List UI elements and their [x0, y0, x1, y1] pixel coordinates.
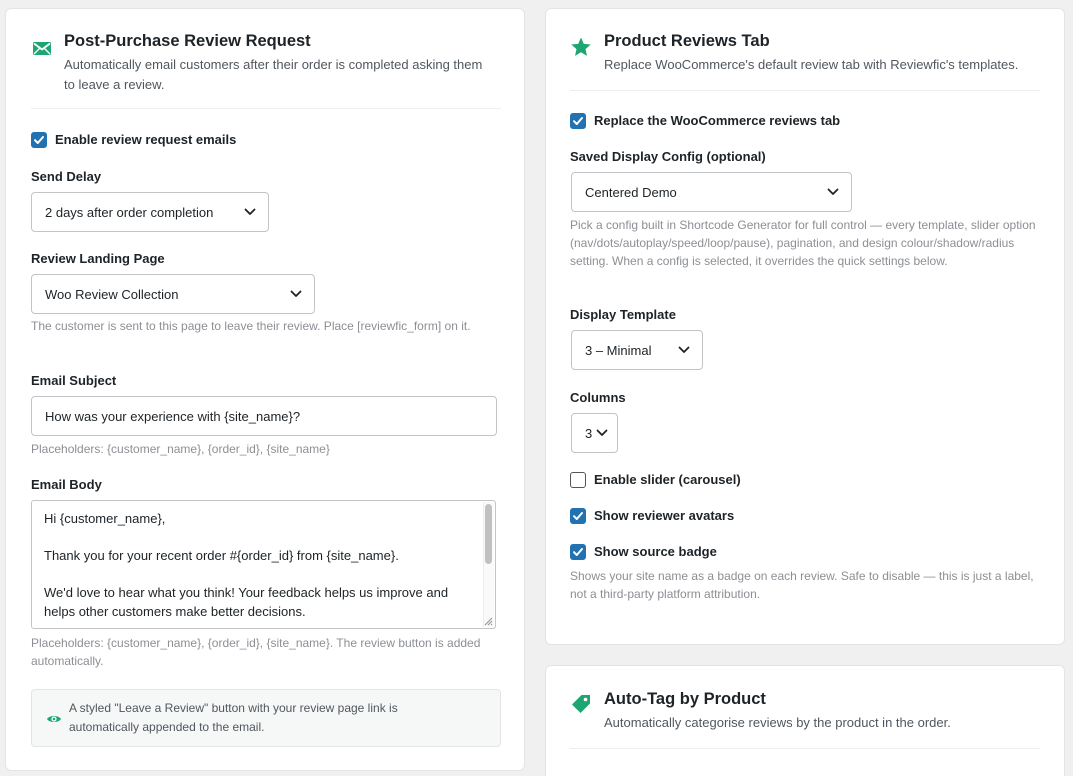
email-subject-help: Placeholders: {customer_name}, {order_id… — [31, 442, 330, 456]
landing-page-select[interactable]: Woo Review Collection — [31, 274, 315, 314]
star-icon — [570, 36, 592, 58]
resize-handle-icon[interactable] — [483, 616, 493, 626]
email-body-line: Thank you for your recent order #{order_… — [44, 548, 399, 563]
columns-value: 3 — [585, 425, 593, 441]
show-source-badge-checkbox[interactable] — [570, 544, 586, 560]
replace-reviews-tab-label: Replace the WooCommerce reviews tab — [594, 113, 841, 128]
divider — [31, 108, 501, 109]
display-template-value: 3 – Minimal — [585, 342, 652, 358]
display-template-label: Display Template — [570, 307, 676, 322]
landing-page-value: Woo Review Collection — [45, 286, 179, 302]
tag-icon — [570, 693, 592, 715]
review-request-card: Post-Purchase Review Request Automatical… — [5, 8, 525, 771]
email-body-help: Placeholders: {customer_name}, {order_id… — [31, 636, 481, 668]
email-body-line: We'd love to hear what you think! Your f… — [44, 585, 449, 619]
email-body-label: Email Body — [31, 477, 102, 492]
email-subject-input[interactable]: How was your experience with {site_name}… — [31, 396, 497, 436]
eye-icon — [46, 711, 62, 727]
show-avatars-label: Show reviewer avatars — [594, 508, 735, 523]
product-reviews-tab-card: Product Reviews Tab Replace WooCommerce'… — [545, 8, 1065, 645]
chevron-down-icon — [596, 429, 608, 436]
card-description: Automatically email customers after thei… — [64, 57, 483, 92]
display-config-select[interactable]: Centered Demo — [571, 172, 852, 212]
envelope-icon — [31, 37, 53, 59]
notice-text: A styled "Leave a Review" button with yo… — [69, 701, 398, 734]
enable-slider-label: Enable slider (carousel) — [594, 472, 741, 487]
email-body-textarea[interactable]: Hi {customer_name}, Thank you for your r… — [31, 500, 496, 629]
columns-select[interactable]: 3 — [571, 413, 618, 453]
display-config-value: Centered Demo — [585, 184, 677, 200]
send-delay-select[interactable]: 2 days after order completion — [31, 192, 269, 232]
card-description: Automatically categorise reviews by the … — [604, 715, 951, 730]
show-source-badge-label: Show source badge — [594, 544, 717, 559]
display-config-help: Pick a config built in Shortcode Generat… — [570, 218, 1036, 268]
auto-append-notice: A styled "Leave a Review" button with yo… — [31, 689, 501, 747]
card-description: Replace WooCommerce's default review tab… — [604, 57, 1019, 72]
replace-reviews-tab-checkbox[interactable] — [570, 113, 586, 129]
landing-page-label: Review Landing Page — [31, 251, 165, 266]
chevron-down-icon — [244, 208, 256, 215]
enable-review-emails-label: Enable review request emails — [55, 132, 237, 147]
send-delay-value: 2 days after order completion — [45, 204, 214, 220]
display-config-label: Saved Display Config (optional) — [570, 149, 766, 164]
auto-tag-card: Auto-Tag by Product Automatically catego… — [545, 665, 1065, 776]
card-title: Product Reviews Tab — [604, 32, 770, 50]
email-subject-value: How was your experience with {site_name}… — [45, 408, 301, 424]
card-title: Post-Purchase Review Request — [64, 32, 311, 50]
divider — [570, 90, 1040, 91]
enable-slider-checkbox[interactable] — [570, 472, 586, 488]
textarea-scrollbar-thumb[interactable] — [485, 504, 492, 564]
source-badge-help: Shows your site name as a badge on each … — [570, 569, 1034, 601]
show-avatars-checkbox[interactable] — [570, 508, 586, 524]
chevron-down-icon — [678, 346, 690, 353]
chevron-down-icon — [827, 188, 839, 195]
landing-page-help: The customer is sent to this page to lea… — [31, 319, 471, 333]
divider — [570, 748, 1040, 749]
send-delay-label: Send Delay — [31, 169, 102, 184]
columns-label: Columns — [570, 390, 626, 405]
enable-review-emails-checkbox[interactable] — [31, 132, 47, 148]
email-subject-label: Email Subject — [31, 373, 117, 388]
email-body-line: Hi {customer_name}, — [44, 511, 166, 526]
card-title: Auto-Tag by Product — [604, 690, 766, 708]
chevron-down-icon — [290, 290, 302, 297]
display-template-select[interactable]: 3 – Minimal — [571, 330, 703, 370]
